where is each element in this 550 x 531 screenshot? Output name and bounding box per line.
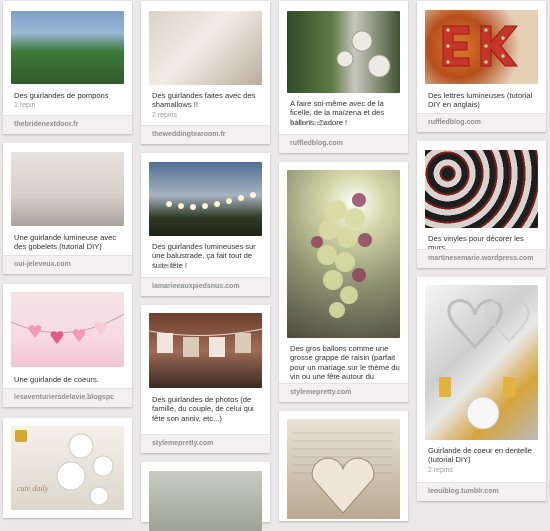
pin-source[interactable]: lamarieeauxpiedsnus.com [152, 283, 240, 290]
pin-image[interactable] [287, 170, 400, 338]
pin-image[interactable]: cute daily [11, 426, 124, 510]
string-balls-illustration [336, 30, 391, 78]
repin-count: 2 repins [428, 467, 453, 474]
marquee-letters-illustration [442, 25, 519, 67]
pin-card[interactable]: Une guirlande de coeurs. lesaventuriersd… [3, 284, 132, 407]
pin-description: Une guirlande de coeurs. [14, 375, 99, 384]
pin-source-bar[interactable]: lesaventuriersdelavie.blogspc [3, 388, 132, 407]
pin-source-bar[interactable]: stylemepretty.com [141, 434, 270, 453]
repin-count: 1 repin [14, 102, 36, 109]
repin-count: 2 repins [152, 112, 177, 119]
pin-source[interactable]: stylemepretty.com [152, 440, 213, 447]
pin-description: Guirlande de coeur en dentelle (tutorial… [428, 446, 532, 465]
lace-heart-illustration [439, 299, 530, 430]
pin-source-bar[interactable]: stylemepretty.com [279, 383, 408, 402]
pin-card[interactable]: Des guirlandes lumineuses sur une balust… [141, 153, 270, 296]
pin-source[interactable]: thebridenextdoor.fr [14, 121, 78, 128]
pin-card[interactable]: Une guirlande lumineuse avec des gobelet… [3, 143, 132, 274]
pin-card[interactable]: cute daily [3, 418, 132, 518]
pin-description: Des guirlandes faites avec des shamallow… [152, 91, 256, 110]
pin-source[interactable]: oui-jeleveux.com [14, 261, 71, 268]
pin-source-bar[interactable]: leouiblog.tumblr.com [417, 482, 546, 501]
pin-source[interactable]: lesaventuriersdelavie.blogspc [14, 394, 114, 401]
pin-image[interactable] [11, 292, 124, 367]
pin-description: Des lettres lumineuses (tutorial DIY en … [428, 91, 533, 110]
pin-image[interactable] [149, 313, 262, 388]
pin-card[interactable] [141, 462, 270, 531]
pin-source-bar[interactable]: martinesemarie.wordpress.com [417, 249, 546, 268]
pin-source-bar[interactable]: ruffledblog.com [279, 134, 408, 153]
pin-description: Des guirlandes de photos (de famille, du… [152, 395, 254, 423]
pin-image[interactable] [425, 10, 538, 84]
pin-image[interactable] [11, 11, 124, 84]
balloon-grapes-illustration [311, 193, 372, 318]
paper-circles-illustration [56, 433, 114, 506]
pin-source-bar[interactable]: ruffledblog.com [417, 113, 546, 132]
repin-count: 1 repin [152, 263, 174, 270]
pin-image[interactable] [425, 150, 538, 228]
string-lights-illustration [166, 192, 256, 210]
pin-source-bar[interactable]: lamarieeauxpiedsnus.com [141, 277, 270, 296]
pin-card[interactable]: Guirlande de coeur en dentelle (tutorial… [417, 277, 546, 501]
pin-image[interactable] [149, 162, 262, 236]
pin-image[interactable] [287, 11, 400, 93]
photo-garland-illustration [149, 328, 262, 357]
pin-card[interactable]: Des guirlandes de photos (de famille, du… [141, 305, 270, 453]
pin-image[interactable] [425, 285, 538, 440]
pin-description: Des guirlandes de pompons [14, 91, 109, 100]
book-page-hearts-illustration [293, 432, 393, 514]
pin-source[interactable]: stylemepretty.com [290, 389, 351, 396]
weddings-badge-icon [15, 430, 27, 442]
pin-description: Une guirlande lumineuse avec des gobelet… [14, 233, 117, 252]
like-repin-count: 1 like 1 repin [290, 120, 330, 127]
pin-source[interactable]: theweddingtearoom.fr [152, 131, 226, 138]
pin-source[interactable]: martinesemarie.wordpress.com [428, 255, 533, 262]
pin-image[interactable] [11, 152, 124, 226]
pin-source[interactable]: ruffledblog.com [428, 119, 481, 126]
pin-image[interactable] [149, 471, 262, 531]
image-caption-overlay: cute daily [17, 484, 49, 493]
pin-source[interactable]: ruffledblog.com [290, 140, 343, 147]
pin-card[interactable]: Des vinyles pour décorer les murs. marti… [417, 141, 546, 268]
pin-image[interactable] [287, 419, 400, 519]
heart-garland-illustration [11, 313, 124, 344]
pin-card[interactable]: A faire soi-même avec de la ficelle, de … [279, 1, 408, 153]
pin-card[interactable]: Des lettres lumineuses (tutorial DIY en … [417, 1, 546, 132]
pin-source-bar[interactable]: thebridenextdoor.fr [3, 115, 132, 134]
pin-card[interactable]: Des guirlandes de pompons 1 repin thebri… [3, 1, 132, 134]
pin-image[interactable] [149, 11, 262, 85]
pin-card[interactable] [279, 411, 408, 521]
pin-source[interactable]: leouiblog.tumblr.com [428, 488, 499, 495]
pin-card[interactable]: Des guirlandes faites avec des shamallow… [141, 1, 270, 144]
pin-card[interactable]: Des gros ballons comme une grosse grappe… [279, 162, 408, 402]
pin-source-bar[interactable]: theweddingtearoom.fr [141, 125, 270, 144]
pin-source-bar[interactable]: oui-jeleveux.com [3, 255, 132, 274]
